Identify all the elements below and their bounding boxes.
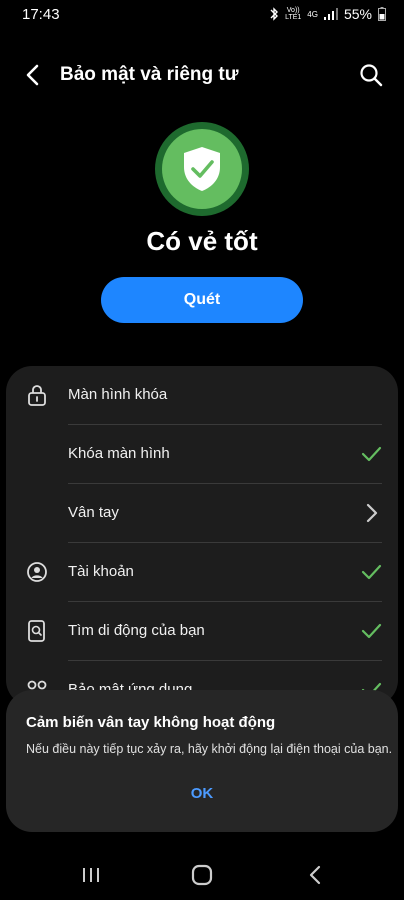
bluetooth-icon xyxy=(270,7,279,21)
list-item-screen-lock[interactable]: Khóa màn hình xyxy=(6,425,398,484)
back-icon[interactable] xyxy=(301,860,331,890)
battery-percent: 55% xyxy=(343,6,372,22)
dialog-message: Nếu điều này tiếp tục xảy ra, hãy khởi đ… xyxy=(26,742,393,756)
navigation-bar xyxy=(0,846,404,900)
list-item-fingerprint[interactable]: Vân tay xyxy=(6,484,398,543)
security-status-text: Có vẻ tốt xyxy=(146,226,258,256)
volte-bottom-text: LTE1 xyxy=(285,14,302,21)
volte-top-text: Vo)) xyxy=(286,7,300,14)
fingerprint-error-dialog: Cảm biến vân tay không hoạt động Nếu điề… xyxy=(6,690,398,832)
status-time: 17:43 xyxy=(22,6,60,23)
shield-check-icon xyxy=(184,147,220,191)
recents-icon[interactable] xyxy=(76,860,106,890)
search-icon[interactable] xyxy=(358,62,384,88)
find-device-icon xyxy=(28,620,45,642)
list-item-lock-screen[interactable]: Màn hình khóa xyxy=(6,366,398,425)
list-item-label: Tài khoản xyxy=(68,563,134,580)
chevron-right-icon xyxy=(366,503,378,523)
network-type: 4G xyxy=(307,9,318,19)
list-item-label: Tìm di động của bạn xyxy=(68,622,205,639)
home-icon[interactable] xyxy=(187,860,217,890)
settings-list: Màn hình khóa Khóa màn hình Vân tay Tài … xyxy=(6,366,398,706)
dialog-title: Cảm biến vân tay không hoạt động xyxy=(26,714,276,731)
signal-icon xyxy=(323,8,338,20)
list-item-label: Vân tay xyxy=(68,504,119,521)
security-status-badge xyxy=(155,122,249,216)
status-icons: Vo)) LTE1 4G 55% xyxy=(269,6,386,22)
account-icon xyxy=(27,562,47,582)
battery-icon xyxy=(378,7,386,21)
list-item-account[interactable]: Tài khoản xyxy=(6,543,398,602)
security-status-inner xyxy=(162,129,242,209)
app-bar: Bảo mật và riêng tư xyxy=(0,52,404,98)
back-arrow-icon[interactable] xyxy=(20,62,46,88)
check-icon xyxy=(361,564,382,580)
check-icon xyxy=(361,623,382,639)
lock-icon xyxy=(28,385,46,406)
ok-button[interactable]: OK xyxy=(156,776,248,810)
check-icon xyxy=(361,446,382,462)
status-bar: 17:43 Vo)) LTE1 4G 55% xyxy=(0,0,404,30)
page-title: Bảo mật và riêng tư xyxy=(60,64,239,85)
scan-button[interactable]: Quét xyxy=(101,277,303,323)
list-item-find-device[interactable]: Tìm di động của bạn xyxy=(6,602,398,661)
list-item-label: Màn hình khóa xyxy=(68,386,168,403)
list-item-label: Khóa màn hình xyxy=(68,445,170,462)
volte-indicator: Vo)) LTE1 xyxy=(285,7,301,21)
